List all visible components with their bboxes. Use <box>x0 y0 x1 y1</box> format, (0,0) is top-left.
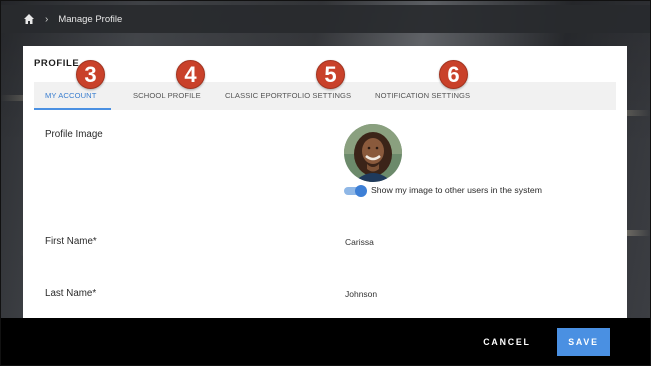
footer-bar: CANCEL SAVE <box>0 318 651 366</box>
callout-badge: 5 <box>316 60 345 89</box>
profile-image-label: Profile Image <box>45 129 103 140</box>
show-image-toggle-label: Show my image to other users in the syst… <box>371 185 542 195</box>
first-name-field[interactable]: Carissa <box>345 237 374 247</box>
callout-badge: 6 <box>439 60 468 89</box>
toggle-knob <box>355 185 367 197</box>
last-name-field[interactable]: Johnson <box>345 289 377 299</box>
callout-badge: 4 <box>176 60 205 89</box>
cancel-button[interactable]: CANCEL <box>474 328 540 356</box>
panel-title: PROFILE <box>34 58 80 69</box>
last-name-label: Last Name* <box>45 288 97 299</box>
first-name-label: First Name* <box>45 236 97 247</box>
profile-panel: PROFILE MY ACCOUNT SCHOOL PROFILE CLASSI… <box>23 46 627 318</box>
breadcrumb-bar: › Manage Profile <box>0 5 651 33</box>
breadcrumb-separator: › <box>45 13 49 25</box>
avatar[interactable] <box>344 124 402 182</box>
show-image-toggle[interactable] <box>344 185 367 197</box>
callout-badge: 3 <box>76 60 105 89</box>
active-tab-indicator <box>34 108 111 110</box>
avatar-photo <box>344 124 402 182</box>
breadcrumb-current: Manage Profile <box>58 13 123 25</box>
save-button[interactable]: SAVE <box>557 328 610 356</box>
home-icon[interactable] <box>23 13 35 25</box>
